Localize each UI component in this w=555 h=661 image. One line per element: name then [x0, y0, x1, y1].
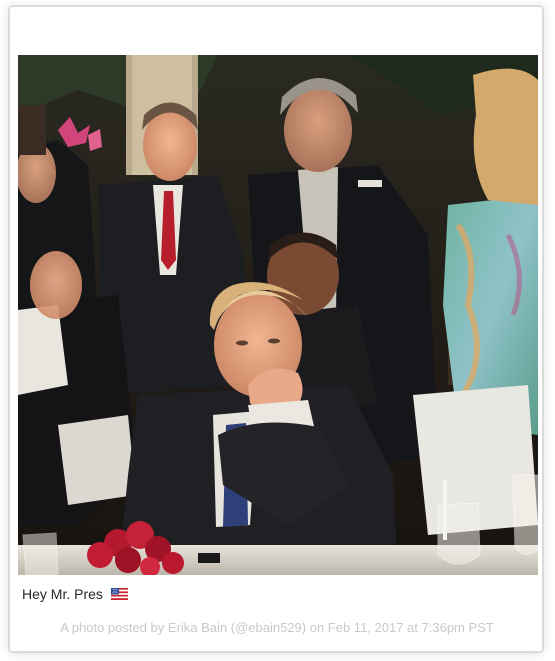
post-caption: Hey Mr. Pres — [22, 585, 128, 604]
post-attribution-link[interactable]: A photo posted by Erika Bain (@ebain529)… — [10, 619, 544, 636]
page: Hey Mr. Pres A photo posted by Erika Bai… — [0, 0, 555, 661]
post-photo[interactable] — [18, 55, 538, 575]
photo-illustration — [18, 55, 538, 575]
instagram-embed-card: Hey Mr. Pres A photo posted by Erika Bai… — [9, 6, 543, 652]
caption-text: Hey Mr. Pres — [22, 586, 103, 602]
flag-us-icon — [110, 586, 128, 604]
